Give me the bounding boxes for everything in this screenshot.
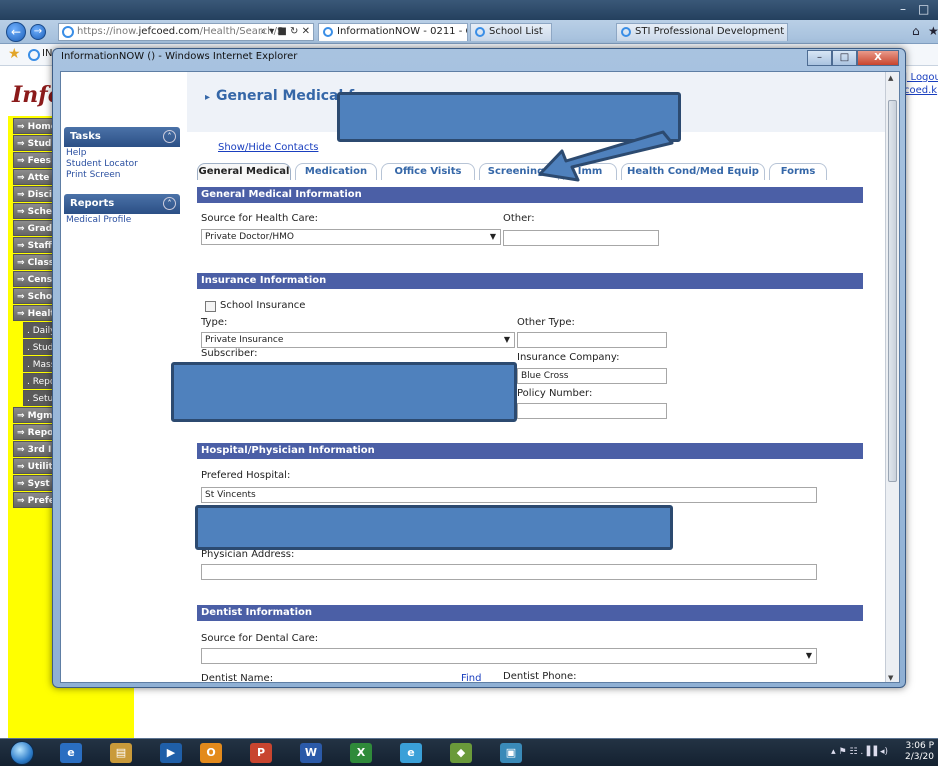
- excel-icon[interactable]: X: [350, 743, 372, 763]
- annotation-arrow-shape: [538, 130, 674, 182]
- media-player-icon[interactable]: ▶: [160, 743, 182, 763]
- ie-taskbar-icon[interactable]: e: [60, 743, 82, 763]
- file-explorer-icon[interactable]: ▤: [110, 743, 132, 763]
- system-tray-icons[interactable]: ▴ ⚑ ☷ .▐▐ ◂): [831, 747, 888, 757]
- taskbar: e ▤ ▶ O P W X e ◆ ▣ ▴ ⚑ ☷ .▐▐ ◂) 3:06 P …: [0, 738, 938, 766]
- annotation-arrow-icon: [538, 130, 674, 182]
- app-icon[interactable]: ◆: [450, 743, 472, 763]
- outlook-icon[interactable]: O: [200, 743, 222, 763]
- clock-time: 3:06 P: [905, 741, 935, 751]
- clock[interactable]: 3:06 P 2/3/20: [905, 741, 934, 763]
- app-icon-2[interactable]: ▣: [500, 743, 522, 763]
- start-button[interactable]: [10, 741, 34, 765]
- word-icon[interactable]: W: [300, 743, 322, 763]
- ie-taskbar-icon-2[interactable]: e: [400, 743, 422, 763]
- clock-date: 2/3/20: [905, 752, 934, 762]
- powerpoint-icon[interactable]: P: [250, 743, 272, 763]
